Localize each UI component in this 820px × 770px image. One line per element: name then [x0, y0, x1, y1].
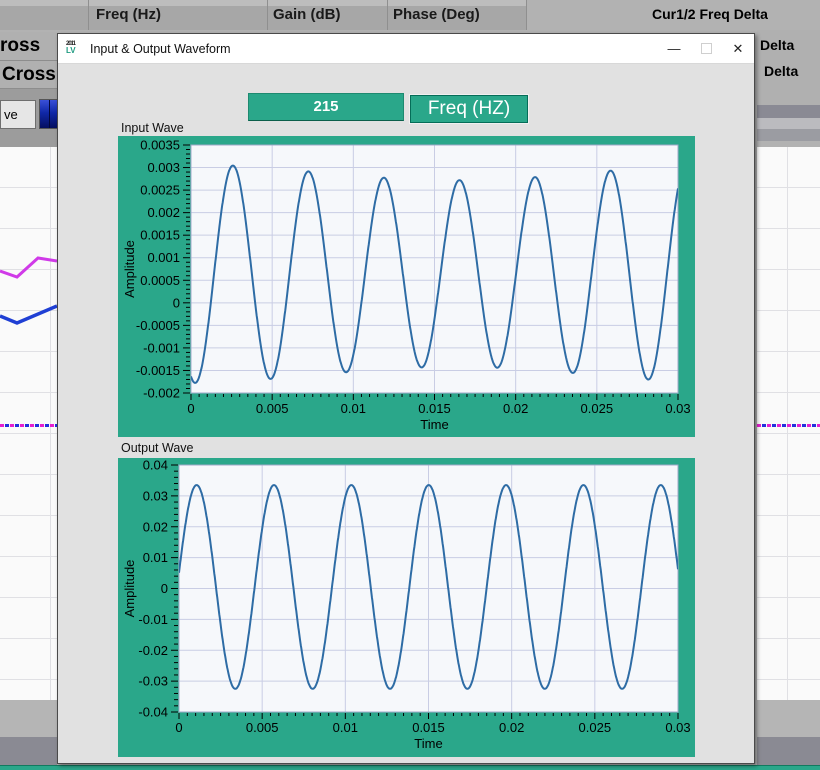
output-wave-chart[interactable]: 0 0.005 0.01 0.015 0.02 0.025 0.03 0.04 0.03 0.02…	[118, 458, 695, 757]
svg-text:0.03: 0.03	[665, 401, 690, 416]
svg-text:-0.04: -0.04	[138, 705, 168, 720]
svg-text:Amplitude: Amplitude	[122, 240, 137, 298]
svg-text:0.0015: 0.0015	[140, 228, 180, 243]
bottom-teal-bar	[0, 765, 820, 770]
waveform-window: 2011 LV Input & Output Waveform — ✕ 215 …	[57, 33, 755, 764]
row-label-cross-1: ross	[0, 32, 57, 61]
maximize-icon	[701, 43, 712, 54]
svg-text:Amplitude: Amplitude	[122, 560, 137, 618]
svg-text:0.005: 0.005	[246, 720, 279, 735]
row-label-delta-2: Delta	[764, 63, 798, 79]
row-label-delta-1: Delta	[760, 37, 794, 53]
background-band	[757, 129, 820, 141]
svg-text:-0.02: -0.02	[138, 643, 168, 658]
svg-text:0.025: 0.025	[579, 720, 612, 735]
svg-text:0: 0	[161, 581, 168, 596]
svg-text:0.002: 0.002	[147, 205, 180, 220]
svg-text:0.0035: 0.0035	[140, 138, 180, 153]
cur-freq-delta-label: Cur1/2 Freq Delta	[652, 6, 768, 22]
maximize-button[interactable]	[690, 34, 722, 63]
svg-text:Time: Time	[420, 417, 448, 432]
column-header-gain: Gain (dB)	[273, 6, 341, 23]
background-band	[757, 700, 820, 737]
svg-text:0.01: 0.01	[333, 720, 358, 735]
header-separator	[526, 0, 527, 30]
screen: Freq (Hz) Gain (dB) Phase (Deg) Cur1/2 F…	[0, 0, 820, 770]
background-dashed-cursor	[0, 424, 57, 427]
svg-text:0.01: 0.01	[341, 401, 366, 416]
svg-text:0.003: 0.003	[147, 160, 180, 175]
svg-text:0.005: 0.005	[256, 401, 289, 416]
input-wave-plot[interactable]: 0 0.005 0.01 0.015 0.02 0.025 0.03 0.0035 0.003 0…	[118, 136, 695, 437]
row-label-cross-2: Cross	[0, 61, 57, 89]
title-bar[interactable]: 2011 LV Input & Output Waveform — ✕	[58, 34, 754, 64]
freq-value-display[interactable]: 215	[248, 93, 404, 121]
background-band	[0, 700, 57, 737]
svg-text:0.0025: 0.0025	[140, 183, 180, 198]
window-title: Input & Output Waveform	[90, 42, 231, 56]
background-curves	[0, 255, 57, 330]
svg-text:0.015: 0.015	[412, 720, 445, 735]
column-header-phase: Phase (Deg)	[393, 6, 480, 23]
svg-text:0.001: 0.001	[147, 250, 180, 265]
svg-text:0.01: 0.01	[143, 550, 168, 565]
svg-text:-0.001: -0.001	[143, 340, 180, 355]
header-separator	[88, 0, 89, 30]
svg-text:0.04: 0.04	[143, 458, 168, 473]
freq-unit-label: Freq (HZ)	[410, 95, 528, 123]
svg-text:0.03: 0.03	[143, 488, 168, 503]
background-panel-right: Delta Delta	[757, 30, 820, 105]
background-band	[757, 118, 820, 129]
output-wave-title: Output Wave	[121, 441, 194, 455]
background-band	[0, 737, 57, 766]
header-separator	[387, 0, 388, 30]
svg-text:0.02: 0.02	[499, 720, 524, 735]
output-wave-plot[interactable]: 0 0.005 0.01 0.015 0.02 0.025 0.03 0.04 0.03 0.02…	[118, 458, 695, 757]
svg-text:-0.03: -0.03	[138, 674, 168, 689]
svg-text:0.0005: 0.0005	[140, 273, 180, 288]
partial-button[interactable]: ve	[0, 100, 36, 129]
svg-text:0: 0	[187, 401, 194, 416]
svg-text:0: 0	[175, 720, 182, 735]
svg-text:0.02: 0.02	[503, 401, 528, 416]
svg-text:-0.01: -0.01	[138, 612, 168, 627]
svg-text:-0.0015: -0.0015	[136, 363, 180, 378]
input-wave-title: Input Wave	[121, 121, 184, 135]
column-header-freq: Freq (Hz)	[96, 6, 161, 23]
svg-text:0.025: 0.025	[581, 401, 614, 416]
svg-text:-0.0005: -0.0005	[136, 318, 180, 333]
background-panel: ve	[0, 89, 57, 147]
background-band	[757, 737, 820, 766]
header-separator	[267, 0, 268, 30]
background-dashed-cursor	[757, 424, 820, 427]
labview-icon: 2011 LV	[66, 41, 84, 56]
background-band	[757, 105, 820, 118]
svg-text:0.015: 0.015	[418, 401, 451, 416]
close-button[interactable]: ✕	[722, 34, 754, 63]
svg-text:-0.002: -0.002	[143, 386, 180, 401]
minimize-button[interactable]: —	[658, 34, 690, 63]
svg-text:0.02: 0.02	[143, 519, 168, 534]
svg-text:0: 0	[173, 295, 180, 310]
input-wave-chart[interactable]: 0 0.005 0.01 0.015 0.02 0.025 0.03 0.0035 0.003 0…	[118, 136, 695, 437]
svg-text:Time: Time	[414, 736, 442, 751]
svg-text:0.03: 0.03	[665, 720, 690, 735]
